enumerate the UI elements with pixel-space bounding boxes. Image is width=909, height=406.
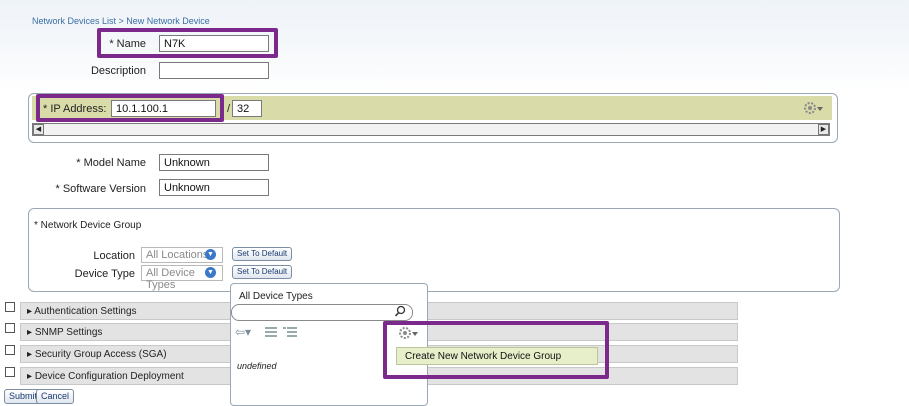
scroll-left-button[interactable]: ◀	[33, 124, 44, 135]
ip-separator: /	[227, 103, 231, 115]
cancel-button[interactable]: Cancel	[36, 389, 75, 404]
name-input[interactable]	[159, 35, 269, 52]
snmp-checkbox[interactable]	[5, 323, 15, 333]
chevron-down-icon[interactable]: ▼	[205, 249, 216, 260]
expand-arrow-icon: ▸	[27, 327, 35, 338]
tree-view-icon[interactable]	[283, 326, 297, 340]
subnet-mask-input[interactable]	[232, 100, 262, 117]
location-set-default-button[interactable]: Set To Default	[232, 247, 293, 261]
description-label: Description	[90, 65, 146, 77]
popup-search-input[interactable]	[231, 304, 413, 321]
section-label: Security Group Access (SGA)	[34, 349, 167, 360]
scroll-right-button[interactable]: ▶	[818, 124, 829, 135]
search-icon[interactable]	[394, 305, 406, 321]
ip-address-highlight-box	[36, 94, 224, 122]
expand-arrow-icon: ▸	[27, 349, 35, 360]
section-label: SNMP Settings	[34, 327, 103, 338]
list-view-icon[interactable]	[265, 326, 277, 340]
popup-title: All Device Types	[239, 291, 313, 302]
expand-arrow-icon: ▸	[27, 371, 35, 382]
location-label: Location	[93, 250, 135, 262]
authentication-checkbox[interactable]	[5, 302, 15, 312]
tree-empty-text: undefined	[237, 361, 277, 371]
model-name-input[interactable]	[159, 154, 269, 171]
breadcrumb[interactable]: Network Devices List > New Network Devic…	[32, 16, 210, 26]
device-config-checkbox[interactable]	[5, 367, 15, 377]
ip-horizontal-scrollbar[interactable]: ◀ ▶	[32, 123, 830, 136]
sga-checkbox[interactable]	[5, 345, 15, 355]
section-label: Device Configuration Deployment	[34, 371, 184, 382]
section-label: Authentication Settings	[34, 306, 137, 317]
device-type-label: Device Type	[74, 268, 135, 280]
software-version-label: * Software Version	[55, 183, 147, 195]
ndg-title: * Network Device Group	[34, 220, 142, 231]
description-input[interactable]	[159, 62, 269, 79]
create-new-network-device-group-menu-item[interactable]: Create New Network Device Group	[396, 347, 598, 365]
chevron-down-icon[interactable]: ▼	[205, 267, 216, 278]
device-type-set-default-button[interactable]: Set To Default	[232, 265, 293, 279]
software-version-input[interactable]	[159, 179, 269, 196]
gear-icon[interactable]	[802, 100, 824, 116]
back-arrow-icon[interactable]: ⇦▾	[235, 325, 255, 339]
model-name-label: * Model Name	[76, 157, 146, 169]
location-select-value: All Locations	[146, 249, 209, 261]
